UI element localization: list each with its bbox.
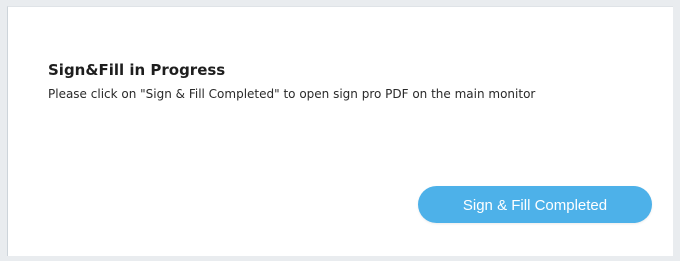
sign-fill-dialog: Sign&Fill in Progress Please click on "S… bbox=[7, 6, 673, 256]
sign-fill-completed-button[interactable]: Sign & Fill Completed bbox=[418, 186, 652, 223]
dialog-title: Sign&Fill in Progress bbox=[48, 61, 226, 79]
dialog-message: Please click on "Sign & Fill Completed" … bbox=[48, 87, 536, 101]
